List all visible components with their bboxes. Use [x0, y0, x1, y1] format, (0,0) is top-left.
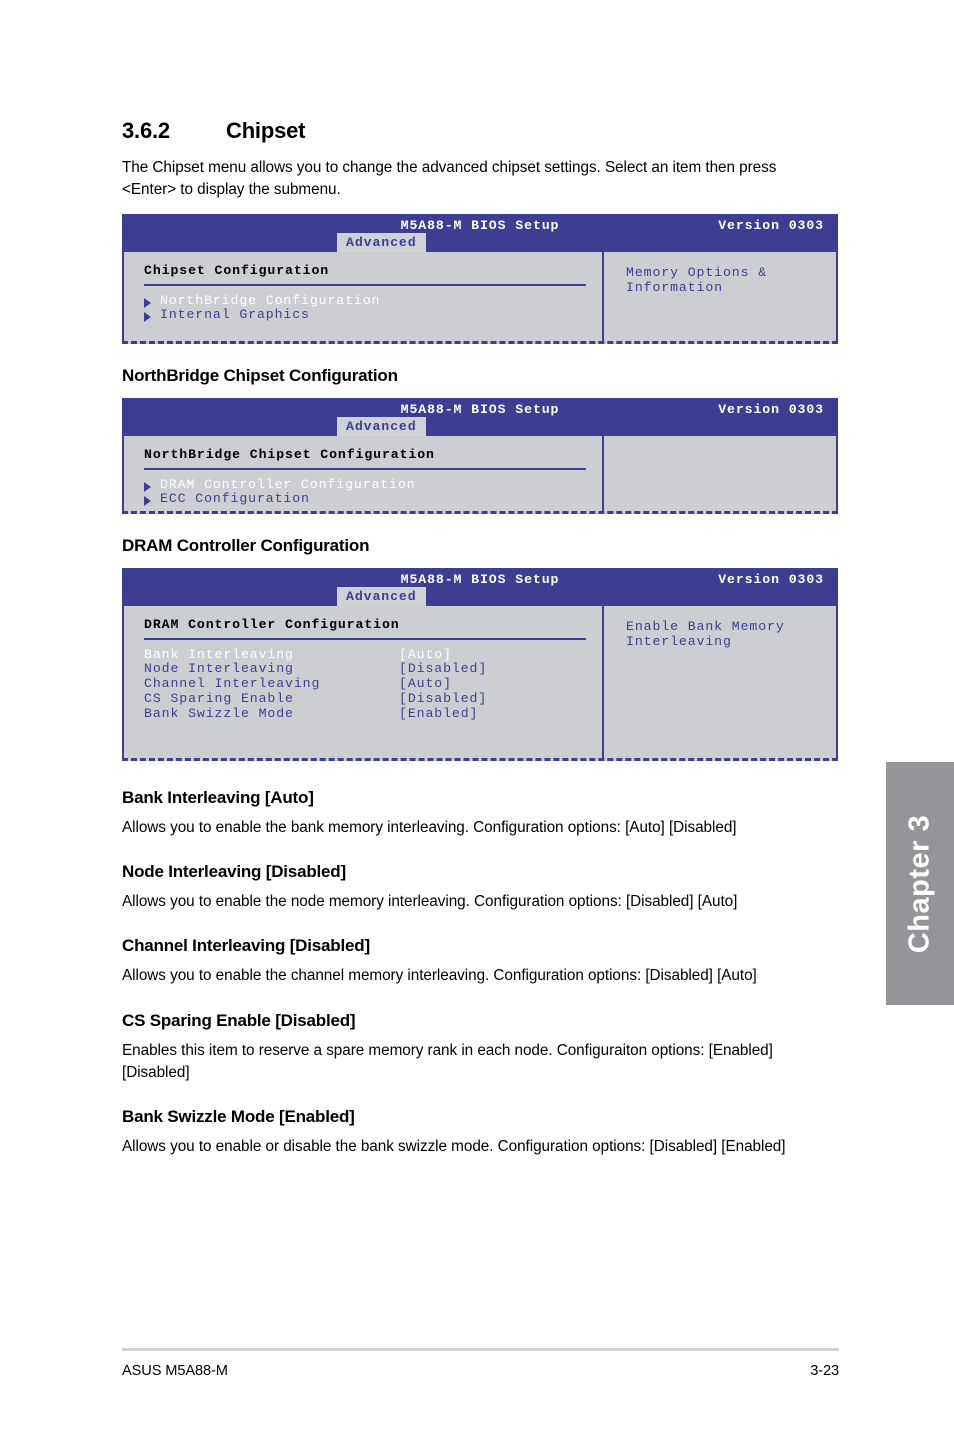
chapter-tab-label: Chapter 3 [903, 814, 936, 953]
option-description-channel-interleaving: Channel Interleaving [Disabled] Allows y… [122, 936, 840, 987]
content-column: 3.6.2 Chipset The Chipset menu allows yo… [122, 0, 840, 1159]
bios-help-line: Enable Bank Memory [626, 618, 785, 634]
option-description-title: Bank Interleaving [Auto] [122, 787, 314, 807]
bios-menu-item-northbridge-configuration[interactable]: NorthBridge Configuration [144, 292, 602, 309]
bios-tab-advanced[interactable]: Advanced [337, 232, 426, 253]
triangle-right-icon [144, 481, 151, 492]
bios-menu-item-internal-graphics[interactable]: Internal Graphics [144, 308, 602, 323]
bios-screen-chipset-configuration: M5A88-M BIOS Setup Version 0303 Advanced… [122, 213, 838, 344]
triangle-right-icon [144, 297, 151, 308]
bios-version-label: Version 0303 [718, 571, 824, 587]
bios-menu-item-label: ECC Configuration [160, 491, 310, 507]
option-description-text: Allows you to enable or disable the bank… [122, 1138, 786, 1156]
bios-settings-pane: DRAM Controller Configuration Bank Inter… [124, 605, 604, 758]
footer-divider [122, 1348, 839, 1351]
bios-menu-item-dram-controller-configuration[interactable]: DRAM Controller Configuration [144, 476, 602, 493]
bios-option-row-bank-swizzle-mode[interactable]: Bank Swizzle Mode [Enabled] [144, 705, 602, 722]
triangle-right-icon [144, 312, 151, 323]
bios-option-value: [Disabled] [399, 691, 488, 706]
bios-help-pane [604, 436, 836, 511]
option-description-title: Bank Swizzle Mode [Enabled] [122, 1107, 355, 1127]
subsection-heading-dram: DRAM Controller Configuration [122, 535, 370, 555]
section-title-text: Chipset [226, 118, 306, 143]
option-description-cs-sparing-enable: CS Sparing Enable [Disabled] Enables thi… [122, 1011, 840, 1085]
option-description-text: Allows you to enable the bank memory int… [122, 818, 737, 836]
subsection-heading-northbridge: NorthBridge Chipset Configuration [122, 365, 398, 385]
bios-tab-advanced[interactable]: Advanced [337, 416, 426, 437]
bios-menu-pane: NorthBridge Chipset Configuration DRAM C… [124, 435, 604, 511]
bios-heading-rule [144, 637, 586, 640]
bios-option-label: Channel Interleaving [144, 676, 321, 692]
option-description-title: Node Interleaving [Disabled] [122, 861, 346, 881]
option-description-bank-interleaving: Bank Interleaving [Auto] Allows you to e… [122, 788, 840, 839]
bios-help-pane: Enable Bank Memory Interleaving [604, 606, 836, 758]
bios-menu-item-label: NorthBridge Configuration [160, 292, 381, 308]
bios-menu-item-label: Internal Graphics [160, 307, 310, 323]
triangle-right-icon [144, 496, 151, 507]
bios-option-label: Node Interleaving [144, 661, 294, 677]
section-intro-paragraph: The Chipset menu allows you to change th… [122, 159, 777, 199]
document-page: Chapter 3 3.6.2 Chipset The Chipset menu… [0, 0, 954, 1438]
bios-panel-heading: Chipset Configuration [144, 262, 330, 278]
option-description-title: CS Sparing Enable [Disabled] [122, 1010, 356, 1030]
bios-tab-advanced[interactable]: Advanced [337, 586, 426, 607]
bios-option-label: Bank Swizzle Mode [144, 705, 294, 721]
bios-heading-rule [144, 467, 586, 470]
option-description-node-interleaving: Node Interleaving [Disabled] Allows you … [122, 862, 840, 913]
bios-screen-dram-controller-configuration: M5A88-M BIOS Setup Version 0303 Advanced… [122, 567, 838, 761]
bios-option-value: [Auto] [399, 646, 452, 662]
bios-option-label: CS Sparing Enable [144, 691, 294, 706]
bios-screen-northbridge-chipset-configuration: M5A88-M BIOS Setup Version 0303 Advanced… [122, 397, 838, 514]
bios-option-value: [Auto] [399, 676, 452, 692]
bios-menu-item-ecc-configuration[interactable]: ECC Configuration [144, 492, 602, 507]
bios-option-value: [Enabled] [399, 705, 479, 721]
option-description-text: Allows you to enable the channel memory … [122, 967, 757, 985]
footer-page-number: 3-23 [810, 1363, 839, 1379]
bios-header: M5A88-M BIOS Setup Version 0303 Advanced [122, 567, 838, 607]
chapter-side-tab: Chapter 3 [886, 762, 954, 1005]
bios-help-line: Interleaving [626, 633, 732, 649]
bios-body: NorthBridge Chipset Configuration DRAM C… [122, 435, 838, 514]
bios-menu-item-label: DRAM Controller Configuration [160, 476, 416, 492]
bios-header: M5A88-M BIOS Setup Version 0303 Advanced [122, 397, 838, 437]
option-description-title: Channel Interleaving [Disabled] [122, 936, 370, 956]
bios-panel-heading: DRAM Controller Configuration [144, 616, 400, 632]
bios-menu-pane: Chipset Configuration NorthBridge Config… [124, 251, 604, 341]
option-description-bank-swizzle-mode: Bank Swizzle Mode [Enabled] Allows you t… [122, 1107, 840, 1158]
bios-panel-heading: NorthBridge Chipset Configuration [144, 446, 435, 462]
bios-version-label: Version 0303 [718, 217, 824, 233]
section-number: 3.6.2 [122, 118, 170, 143]
bios-option-row-channel-interleaving[interactable]: Channel Interleaving [Auto] [144, 676, 602, 692]
page-title: 3.6.2 Chipset [122, 0, 840, 144]
bios-help-line: Information [626, 279, 723, 295]
option-description-text: Allows you to enable the node memory int… [122, 892, 738, 910]
bios-option-row-node-interleaving[interactable]: Node Interleaving [Disabled] [144, 662, 602, 677]
bios-option-row-bank-interleaving[interactable]: Bank Interleaving [Auto] [144, 646, 602, 663]
bios-option-label: Bank Interleaving [144, 646, 294, 662]
option-description-text: Enables this item to reserve a spare mem… [122, 1041, 773, 1081]
bios-heading-rule [144, 283, 586, 286]
bios-version-label: Version 0303 [718, 401, 824, 417]
bios-body: Chipset Configuration NorthBridge Config… [122, 251, 838, 344]
bios-help-pane: Memory Options & Information [604, 252, 836, 341]
bios-body: DRAM Controller Configuration Bank Inter… [122, 605, 838, 761]
bios-option-value: [Disabled] [399, 661, 488, 677]
bios-help-line: Memory Options & [626, 264, 768, 280]
bios-header: M5A88-M BIOS Setup Version 0303 Advanced [122, 213, 838, 253]
bios-option-row-cs-sparing-enable[interactable]: CS Sparing Enable [Disabled] [144, 691, 602, 707]
